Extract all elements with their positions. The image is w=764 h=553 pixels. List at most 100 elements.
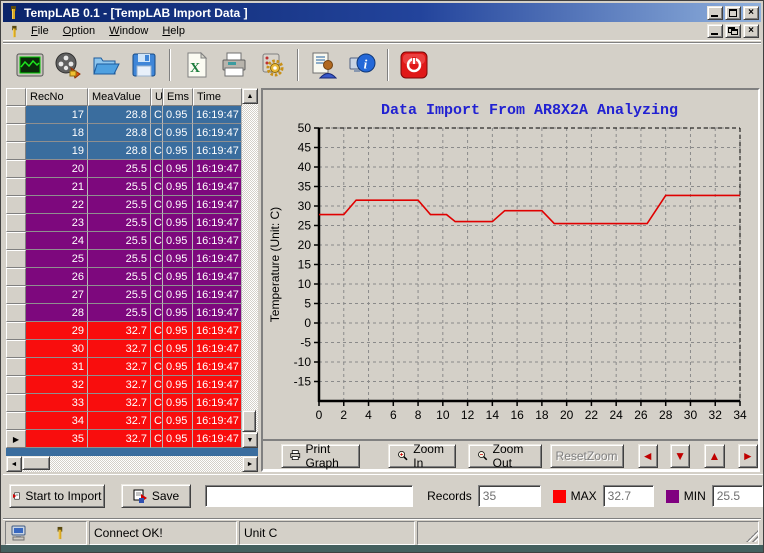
table-cell[interactable]: 25.5 xyxy=(88,250,151,268)
table-cell[interactable]: 26 xyxy=(26,268,88,286)
close-button[interactable]: × xyxy=(743,6,759,20)
table-cell[interactable]: 25.5 xyxy=(88,160,151,178)
table-cell[interactable]: 0.95 xyxy=(163,412,193,430)
table-cell[interactable]: 32.7 xyxy=(88,394,151,412)
table-row[interactable]: 1928.8C0.9516:19:47 xyxy=(6,142,242,160)
table-cell[interactable]: 33 xyxy=(26,394,88,412)
table-row[interactable]: ▶3532.7C0.9516:19:47 xyxy=(6,430,242,448)
table-cell[interactable]: 32.7 xyxy=(88,376,151,394)
row-selector[interactable] xyxy=(6,286,26,304)
table-row[interactable]: 1728.8C0.9516:19:47 xyxy=(6,106,242,124)
current-row-indicator[interactable]: ▶ xyxy=(6,430,26,448)
table-cell[interactable]: C xyxy=(151,304,163,322)
table-cell[interactable]: 16:19:47 xyxy=(193,250,242,268)
table-cell[interactable]: C xyxy=(151,214,163,232)
table-cell[interactable]: 0.95 xyxy=(163,196,193,214)
table-cell[interactable]: C xyxy=(151,376,163,394)
print-graph-button[interactable]: Print Graph xyxy=(281,444,360,468)
table-cell[interactable]: 32.7 xyxy=(88,358,151,376)
table-cell[interactable]: C xyxy=(151,268,163,286)
menu-window[interactable]: Window xyxy=(102,23,155,39)
power-exit-icon[interactable] xyxy=(395,46,433,84)
table-cell[interactable]: 16:19:47 xyxy=(193,358,242,376)
row-selector[interactable] xyxy=(6,268,26,286)
table-row[interactable]: 2525.5C0.9516:19:47 xyxy=(6,250,242,268)
table-row[interactable]: 2325.5C0.9516:19:47 xyxy=(6,214,242,232)
table-row[interactable]: 2125.5C0.9516:19:47 xyxy=(6,178,242,196)
child-minimize-button[interactable] xyxy=(707,24,723,38)
table-cell[interactable]: 32.7 xyxy=(88,430,151,448)
maximize-button[interactable] xyxy=(725,6,741,20)
child-close-button[interactable]: × xyxy=(743,24,759,38)
pan-left-button[interactable]: ◄ xyxy=(638,444,658,468)
print-icon[interactable] xyxy=(215,46,253,84)
table-cell[interactable]: 16:19:47 xyxy=(193,196,242,214)
table-cell[interactable]: C xyxy=(151,412,163,430)
col-header-meavalue[interactable]: MeaValue xyxy=(88,88,151,106)
row-selector[interactable] xyxy=(6,250,26,268)
table-cell[interactable]: 24 xyxy=(26,232,88,250)
resize-grip[interactable] xyxy=(746,530,758,542)
table-cell[interactable]: C xyxy=(151,124,163,142)
table-row[interactable]: 3232.7C0.9516:19:47 xyxy=(6,376,242,394)
table-cell[interactable]: 16:19:47 xyxy=(193,232,242,250)
reset-zoom-button[interactable]: ResetZoom xyxy=(550,444,624,468)
scroll-left-icon[interactable]: ◄ xyxy=(6,456,22,472)
vscroll-thumb[interactable] xyxy=(242,410,256,432)
col-header-u[interactable]: U xyxy=(151,88,163,106)
table-cell[interactable]: 0.95 xyxy=(163,232,193,250)
table-cell[interactable]: 23 xyxy=(26,214,88,232)
table-cell[interactable]: 0.95 xyxy=(163,430,193,448)
scroll-right-icon[interactable]: ► xyxy=(242,456,258,472)
row-selector[interactable] xyxy=(6,196,26,214)
table-cell[interactable]: 16:19:47 xyxy=(193,142,242,160)
table-cell[interactable]: 18 xyxy=(26,124,88,142)
table-row[interactable]: 1828.8C0.9516:19:47 xyxy=(6,124,242,142)
table-cell[interactable]: 25.5 xyxy=(88,196,151,214)
table-cell[interactable]: C xyxy=(151,106,163,124)
table-cell[interactable]: 32 xyxy=(26,376,88,394)
row-selector[interactable] xyxy=(6,124,26,142)
menu-option[interactable]: Option xyxy=(56,23,102,39)
row-selector[interactable] xyxy=(6,358,26,376)
table-cell[interactable]: 0.95 xyxy=(163,178,193,196)
table-cell[interactable]: C xyxy=(151,196,163,214)
table-row[interactable]: 2225.5C0.9516:19:47 xyxy=(6,196,242,214)
min-value-field[interactable]: 25.5 xyxy=(712,485,763,507)
max-value-field[interactable]: 32.7 xyxy=(603,485,654,507)
table-row[interactable]: 2932.7C0.9516:19:47 xyxy=(6,322,242,340)
table-cell[interactable]: 0.95 xyxy=(163,304,193,322)
table-cell[interactable]: 16:19:47 xyxy=(193,178,242,196)
table-cell[interactable]: 31 xyxy=(26,358,88,376)
export-excel-icon[interactable]: X xyxy=(177,46,215,84)
table-cell[interactable]: 0.95 xyxy=(163,358,193,376)
start-import-button[interactable]: Start to Import xyxy=(9,484,105,508)
table-cell[interactable]: C xyxy=(151,250,163,268)
table-cell[interactable]: 25.5 xyxy=(88,232,151,250)
table-cell[interactable]: 16:19:47 xyxy=(193,322,242,340)
horizontal-scrollbar[interactable]: ◄ ► xyxy=(6,456,258,472)
table-row[interactable]: 2725.5C0.9516:19:47 xyxy=(6,286,242,304)
table-cell[interactable]: C xyxy=(151,178,163,196)
table-cell[interactable]: C xyxy=(151,394,163,412)
save-floppy-icon[interactable] xyxy=(125,46,163,84)
minimize-button[interactable] xyxy=(707,6,723,20)
table-cell[interactable]: 16:19:47 xyxy=(193,340,242,358)
scroll-up-icon[interactable]: ▲ xyxy=(242,88,258,104)
row-selector[interactable] xyxy=(6,214,26,232)
table-cell[interactable]: 0.95 xyxy=(163,286,193,304)
row-selector[interactable] xyxy=(6,412,26,430)
table-cell[interactable]: 0.95 xyxy=(163,376,193,394)
col-header-ems[interactable]: Ems xyxy=(163,88,193,106)
row-selector[interactable] xyxy=(6,376,26,394)
row-selector[interactable] xyxy=(6,394,26,412)
table-cell[interactable]: C xyxy=(151,286,163,304)
table-cell[interactable]: 0.95 xyxy=(163,160,193,178)
table-cell[interactable]: 25.5 xyxy=(88,286,151,304)
table-cell[interactable]: 0.95 xyxy=(163,214,193,232)
pan-right-button[interactable]: ► xyxy=(738,444,758,468)
pan-down-button[interactable]: ▼ xyxy=(670,444,690,468)
row-selector[interactable] xyxy=(6,142,26,160)
open-folder-icon[interactable] xyxy=(87,46,125,84)
table-cell[interactable]: 0.95 xyxy=(163,268,193,286)
